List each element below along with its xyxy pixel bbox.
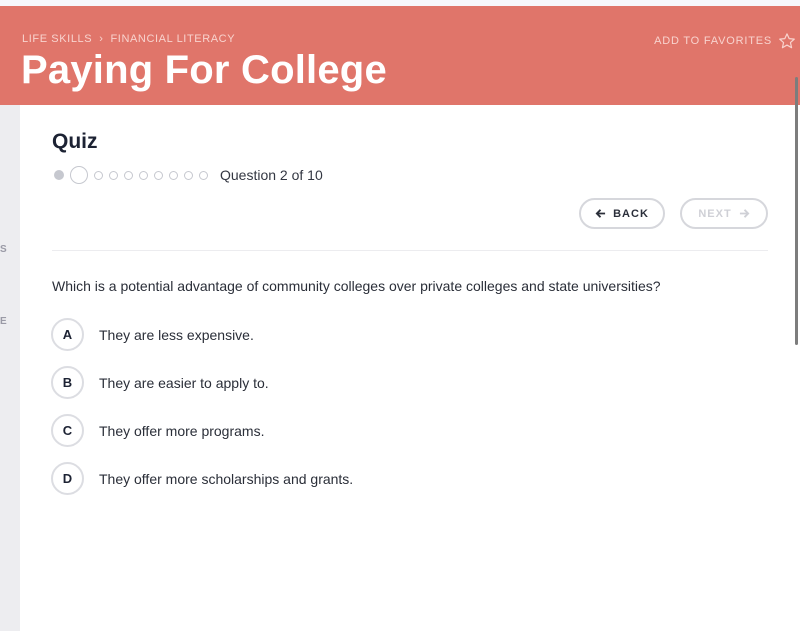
- page-header: LIFE SKILLS › FINANCIAL LITERACY Paying …: [0, 6, 800, 105]
- arrow-right-icon: [739, 209, 750, 218]
- back-label: BACK: [613, 207, 649, 220]
- sidebar: S E: [0, 105, 20, 631]
- answer-option-a[interactable]: A They are less expensive.: [51, 318, 254, 351]
- progress-dot: [199, 170, 208, 180]
- answer-text: They offer more programs.: [99, 422, 265, 439]
- answer-letter: B: [51, 366, 84, 399]
- progress-dot: [124, 170, 133, 180]
- quiz-title: Quiz: [52, 130, 98, 153]
- answer-option-c[interactable]: C They offer more programs.: [51, 414, 264, 447]
- divider: [52, 250, 768, 251]
- sidebar-item-partial[interactable]: S: [0, 244, 7, 255]
- answer-letter: C: [51, 414, 84, 447]
- quiz-progress: Question 2 of 10: [54, 166, 323, 184]
- sidebar-item-partial[interactable]: E: [0, 316, 7, 327]
- next-label: NEXT: [698, 207, 732, 220]
- progress-dot: [109, 170, 118, 180]
- next-button[interactable]: NEXT: [680, 198, 768, 229]
- progress-dot: [169, 170, 178, 180]
- scrollbar[interactable]: [795, 77, 798, 345]
- breadcrumb: LIFE SKILLS › FINANCIAL LITERACY: [22, 33, 235, 45]
- progress-label: Question 2 of 10: [220, 167, 323, 183]
- add-to-favorites-label: ADD TO FAVORITES: [654, 35, 772, 47]
- answer-text: They offer more scholarships and grants.: [99, 470, 354, 487]
- progress-dot-current: [70, 166, 88, 184]
- arrow-left-icon: [595, 209, 606, 218]
- star-outline-icon: [779, 33, 795, 49]
- page-title: Paying For College: [21, 48, 387, 92]
- back-button[interactable]: BACK: [579, 198, 665, 229]
- breadcrumb-life-skills[interactable]: LIFE SKILLS: [22, 33, 92, 45]
- answer-letter: D: [51, 462, 84, 495]
- question-text: Which is a potential advantage of commun…: [52, 278, 661, 294]
- progress-dot-completed: [54, 170, 64, 180]
- progress-dot: [184, 170, 193, 180]
- progress-dot: [139, 170, 148, 180]
- add-to-favorites-button[interactable]: ADD TO FAVORITES: [654, 32, 796, 50]
- answer-option-b[interactable]: B They are easier to apply to.: [51, 366, 269, 399]
- answer-text: They are less expensive.: [99, 326, 254, 343]
- progress-dot: [154, 170, 163, 180]
- answer-letter: A: [51, 318, 84, 351]
- answer-text: They are easier to apply to.: [99, 374, 269, 391]
- progress-dot: [94, 170, 103, 180]
- chevron-right-icon: ›: [99, 33, 104, 45]
- breadcrumb-financial-literacy[interactable]: FINANCIAL LITERACY: [110, 33, 235, 45]
- answer-option-d[interactable]: D They offer more scholarships and grant…: [51, 462, 353, 495]
